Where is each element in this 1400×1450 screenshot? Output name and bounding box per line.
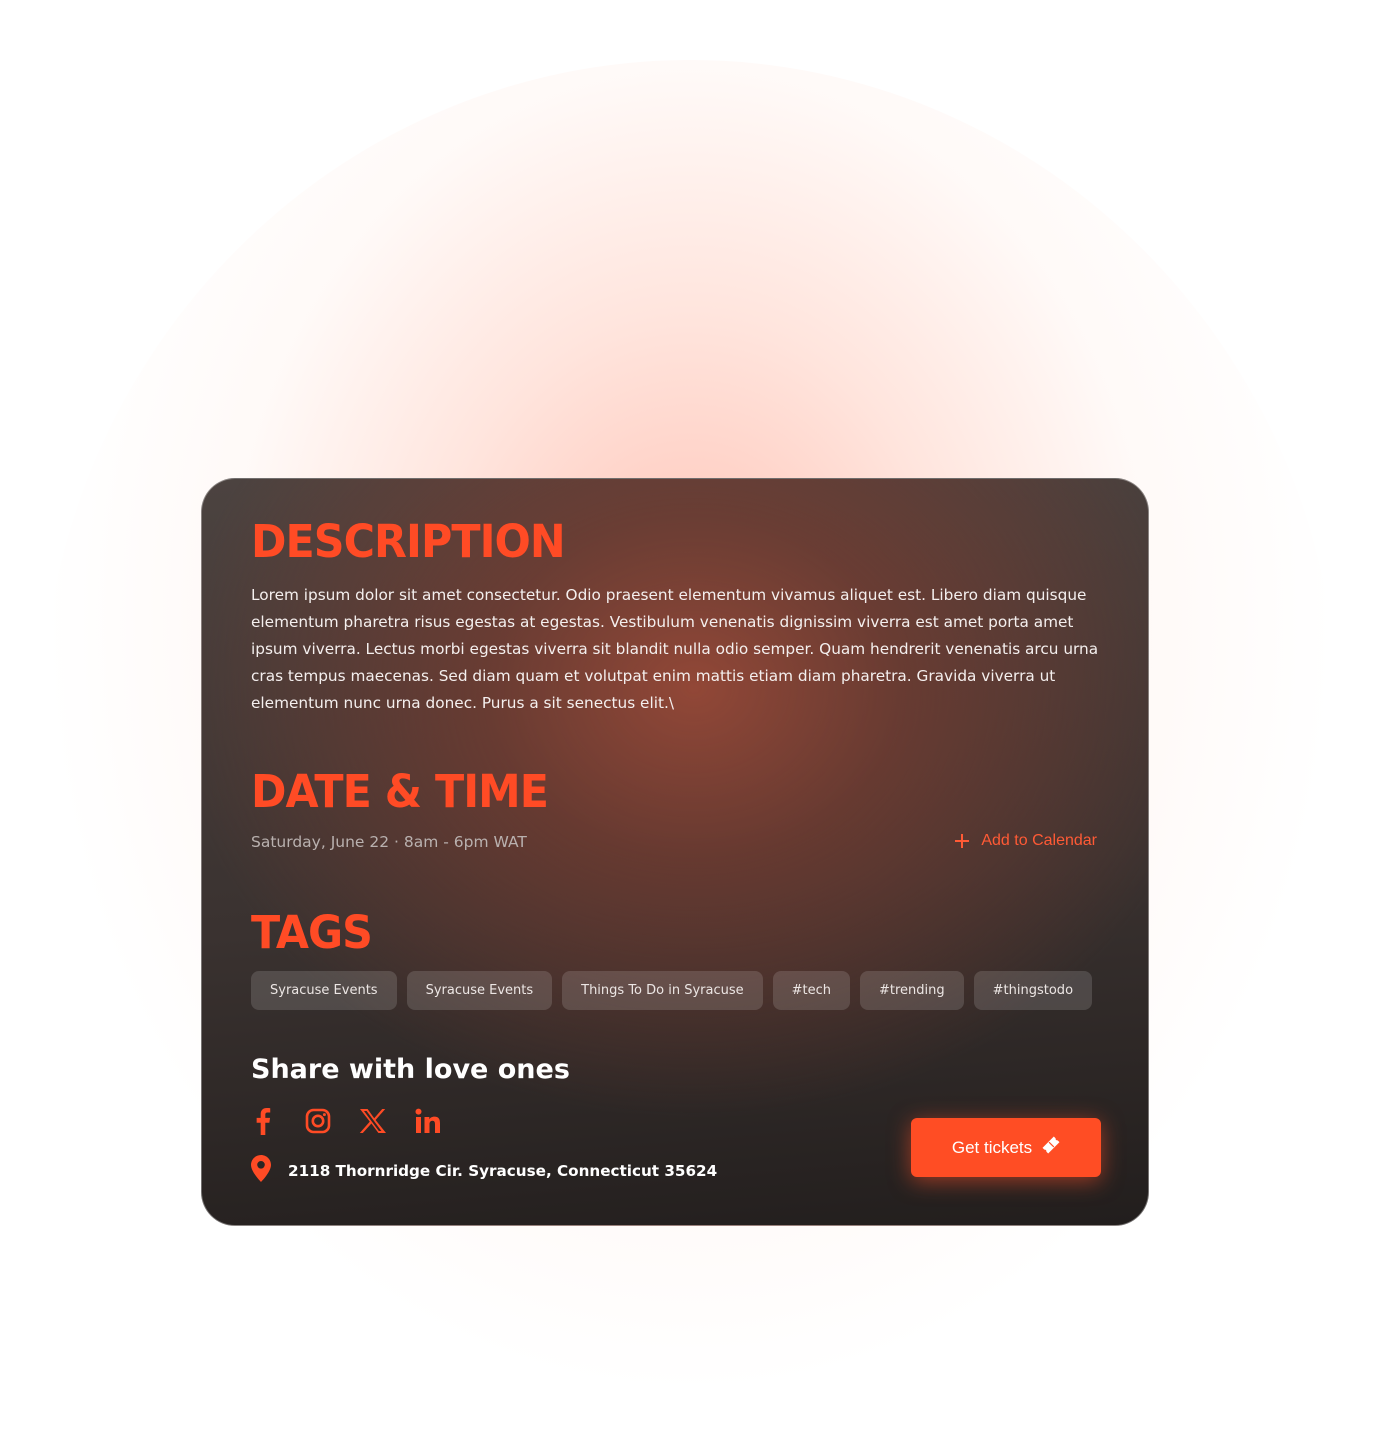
- x-icon[interactable]: [359, 1107, 387, 1135]
- description-heading: DESCRIPTION: [251, 515, 566, 568]
- event-details-card: DESCRIPTION Lorem ipsum dolor sit amet c…: [201, 478, 1149, 1226]
- tag-chip[interactable]: Syracuse Events: [251, 971, 397, 1010]
- get-tickets-label: Get tickets: [951, 1137, 1033, 1157]
- share-heading: Share with love ones: [251, 1054, 570, 1085]
- event-address: 2118 Thornridge Cir. Syracuse, Connectic…: [288, 1162, 718, 1180]
- map-pin-icon: [251, 1155, 271, 1187]
- social-share-links: [249, 1107, 469, 1135]
- instagram-icon[interactable]: [304, 1107, 332, 1135]
- plus-icon: [955, 834, 970, 848]
- event-date-time: Saturday, June 22 · 8am - 6pm WAT: [251, 833, 527, 851]
- tags-heading: TAGS: [251, 906, 373, 959]
- tag-chip[interactable]: #tech: [772, 971, 850, 1010]
- add-to-calendar-button[interactable]: Add to Calendar: [955, 832, 1097, 850]
- linkedin-icon[interactable]: [414, 1107, 442, 1135]
- get-tickets-button[interactable]: Get tickets: [911, 1118, 1101, 1177]
- facebook-icon[interactable]: [249, 1107, 277, 1135]
- tag-chip[interactable]: Syracuse Events: [406, 971, 553, 1010]
- ticket-icon: [1042, 1136, 1060, 1159]
- description-text: Lorem ipsum dolor sit amet consectetur. …: [251, 586, 1099, 712]
- tag-chip[interactable]: #trending: [860, 971, 964, 1010]
- date-time-heading: DATE & TIME: [251, 765, 549, 818]
- tag-chip[interactable]: Things To Do in Syracuse: [562, 971, 763, 1010]
- add-to-calendar-label: Add to Calendar: [981, 832, 1097, 849]
- tag-chip[interactable]: #thingstodo: [973, 971, 1093, 1010]
- event-location: 2118 Thornridge Cir. Syracuse, Connectic…: [251, 1155, 717, 1187]
- tag-list: Syracuse Events Syracuse Events Things T…: [251, 971, 1093, 1010]
